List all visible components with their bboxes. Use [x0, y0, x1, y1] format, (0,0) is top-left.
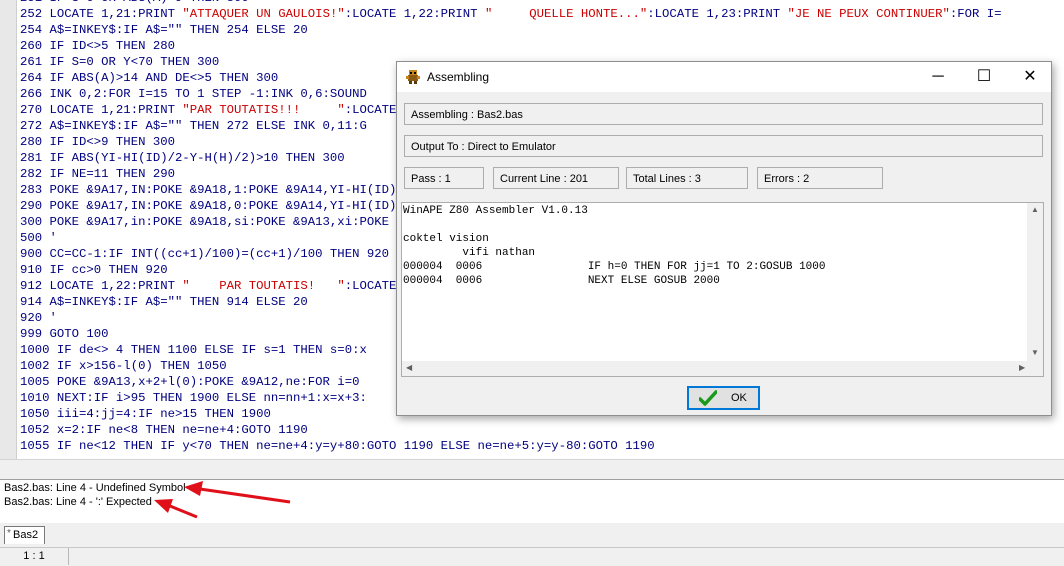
pass-field: Pass : 1 — [404, 167, 484, 189]
output-line: WinAPE Z80 Assembler V1.0.13 — [403, 205, 588, 217]
tab-bar: * Bas2 — [0, 523, 1064, 545]
output-line: coktel vision — [403, 233, 489, 245]
code-token: :LOCATE 1,23:PRINT — [647, 7, 788, 21]
code-token: 914 A$=INKEY$:IF A$="" THEN 914 ELSE 20 — [20, 295, 308, 309]
editor-gutter — [0, 0, 17, 459]
code-token: 1050 iii=4:jj=4:IF ne>15 THEN 1900 — [20, 407, 271, 421]
assembler-output-text: WinAPE Z80 Assembler V1.0.13 coktel visio… — [403, 204, 825, 288]
assembler-output[interactable]: WinAPE Z80 Assembler V1.0.13 coktel visio… — [401, 202, 1044, 377]
code-token: 920 ' — [20, 311, 57, 325]
code-token: 281 IF ABS(YI-HI(ID)/2-Y-H(H)/2)>10 THEN… — [20, 151, 345, 165]
winape-app-icon — [406, 70, 420, 84]
errors-field: Errors : 2 — [757, 167, 883, 189]
checkmark-icon — [699, 390, 717, 406]
output-line: 000004 0006 IF h=0 THEN FOR jj=1 TO 2:GO… — [403, 261, 826, 273]
assembling-dialog: Assembling ─ ☐ ✕ Assembling : Bas2.bas O… — [396, 61, 1052, 416]
code-token: 900 CC=CC-1:IF INT((cc+1)/100)=(cc+1)/10… — [20, 247, 389, 261]
code-token: :FOR I= — [949, 7, 1002, 21]
string-literal: " QUELLE HONTE..." — [484, 7, 648, 21]
tab-bas2[interactable]: * Bas2 — [4, 526, 46, 544]
scroll-up-icon[interactable]: ▲ — [1031, 205, 1039, 214]
string-literal: "PAR TOUTATIS!!! " — [182, 103, 345, 117]
dialog-titlebar[interactable]: Assembling ─ ☐ ✕ — [397, 62, 1051, 92]
maximize-button[interactable]: ☐ — [961, 62, 1007, 92]
current-line-field: Current Line : 201 — [493, 167, 619, 189]
code-token: 272 A$=INKEY$:IF A$="" THEN 272 ELSE INK… — [20, 119, 367, 133]
code-token: 1052 x=2:IF ne<8 THEN ne=ne+4:GOTO 1190 — [20, 423, 308, 437]
scroll-down-icon[interactable]: ▼ — [1031, 348, 1039, 357]
string-literal: " PAR TOUTATIS! " — [182, 279, 345, 293]
output-line: vifi nathan — [403, 247, 536, 259]
output-to-field: Output To : Direct to Emulator — [404, 135, 1043, 157]
output-horizontal-scrollbar[interactable]: ◀ ▶ — [402, 361, 1043, 376]
code-token: :LOCATE 1,22:PRINT — [344, 7, 485, 21]
code-line[interactable]: 1052 x=2:IF ne<8 THEN ne=ne+4:GOTO 1190 — [20, 422, 1002, 438]
code-token: 1002 IF x>156-l(0) THEN 1050 — [20, 359, 227, 373]
code-token: 251 IF S=0 OR ABS(A)>9 THEN 300 — [20, 0, 249, 5]
total-lines-field: Total Lines : 3 — [626, 167, 748, 189]
editor-horizontal-scrollbar[interactable] — [0, 459, 1064, 480]
code-token: 261 IF S=0 OR Y<70 THEN 300 — [20, 55, 220, 69]
assembling-file-field: Assembling : Bas2.bas — [404, 103, 1043, 125]
code-line[interactable]: 1055 IF ne<12 THEN IF y<70 THEN ne=ne+4:… — [20, 438, 1002, 454]
scroll-right-icon[interactable]: ▶ — [1019, 363, 1025, 372]
string-literal: "ATTAQUER UN GAULOIS!" — [182, 7, 345, 21]
tab-label: Bas2 — [13, 529, 39, 541]
code-token: 1000 IF de<> 4 THEN 1100 ELSE IF s=1 THE… — [20, 343, 367, 357]
code-token: 264 IF ABS(A)>14 AND DE<>5 THEN 300 — [20, 71, 279, 85]
modified-indicator: * — [7, 528, 11, 539]
ok-label: OK — [731, 392, 747, 404]
code-token: 260 IF ID<>5 THEN 280 — [20, 39, 175, 53]
code-token: 912 LOCATE 1,22:PRINT — [20, 279, 183, 293]
code-token: 910 IF cc>0 THEN 920 — [20, 263, 168, 277]
code-token: 280 IF ID<>9 THEN 300 — [20, 135, 175, 149]
code-token: 1055 IF ne<12 THEN IF y<70 THEN ne=ne+4:… — [20, 439, 655, 453]
code-token: 266 INK 0,2:FOR I=15 TO 1 STEP -1:INK 0,… — [20, 87, 367, 101]
minimize-button[interactable]: ─ — [915, 62, 961, 92]
code-line[interactable]: 260 IF ID<>5 THEN 280 — [20, 38, 1002, 54]
code-token: 254 A$=INKEY$:IF A$="" THEN 254 ELSE 20 — [20, 23, 308, 37]
code-token: 282 IF NE=11 THEN 290 — [20, 167, 175, 181]
code-token: 270 LOCATE 1,21:PRINT — [20, 103, 183, 117]
error-message-expected[interactable]: Bas2.bas: Line 4 - ':' Expected — [4, 496, 152, 508]
dialog-title: Assembling — [427, 70, 490, 84]
code-token: 500 ' — [20, 231, 57, 245]
output-vertical-scrollbar[interactable]: ▲ ▼ — [1027, 203, 1043, 362]
error-message-undefined-symbol[interactable]: Bas2.bas: Line 4 - Undefined Symbol — [4, 482, 186, 494]
status-bar: 1 : 1 — [0, 547, 1064, 566]
code-token: 1010 NEXT:IF i>95 THEN 1900 ELSE nn=nn+1… — [20, 391, 367, 405]
code-line[interactable]: 252 LOCATE 1,21:PRINT "ATTAQUER UN GAULO… — [20, 6, 1002, 22]
close-button[interactable]: ✕ — [1007, 62, 1053, 92]
code-token: 999 GOTO 100 — [20, 327, 109, 341]
scroll-left-icon[interactable]: ◀ — [406, 363, 412, 372]
string-literal: "JE NE PEUX CONTINUER" — [787, 7, 950, 21]
code-token: 252 LOCATE 1,21:PRINT — [20, 7, 183, 21]
cursor-position: 1 : 1 — [0, 548, 69, 565]
code-line[interactable]: 254 A$=INKEY$:IF A$="" THEN 254 ELSE 20 — [20, 22, 1002, 38]
messages-panel: Bas2.bas: Line 4 - Undefined Symbol Bas2… — [0, 479, 1064, 524]
output-line: 000004 0006 NEXT ELSE GOSUB 2000 — [403, 275, 720, 287]
code-token: 1005 POKE &9A13,x+2+l(0):POKE &9A12,ne:F… — [20, 375, 360, 389]
ok-button[interactable]: OK — [687, 386, 760, 410]
